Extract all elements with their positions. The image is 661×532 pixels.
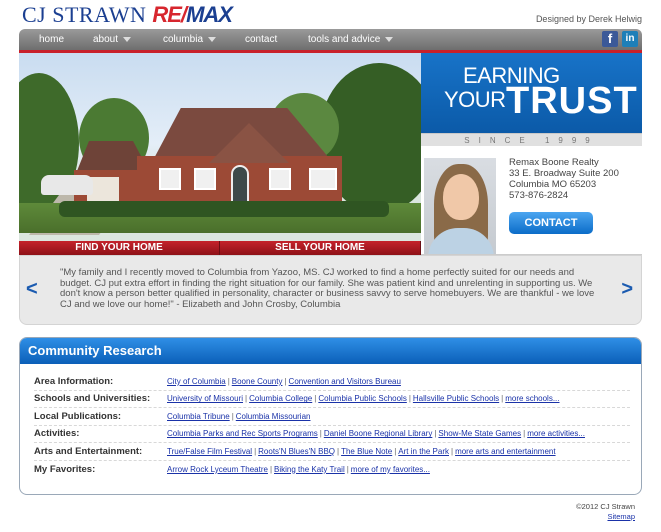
community-link[interactable]: Arrow Rock Lyceum Theatre — [167, 465, 268, 474]
community-link[interactable]: Biking the Katy Trail — [274, 465, 345, 474]
community-link[interactable]: more activities... — [527, 429, 585, 438]
testimonial-text: "My family and I recently moved to Colum… — [60, 267, 595, 310]
since-label: SINCE 1999 — [421, 133, 642, 146]
community-link[interactable]: Boone County — [232, 377, 283, 386]
nav-contact[interactable]: contact — [245, 34, 277, 45]
previous-arrow-icon[interactable]: < — [26, 278, 38, 301]
community-link[interactable]: The Blue Note — [341, 447, 392, 456]
community-link[interactable]: City of Columbia — [167, 377, 226, 386]
copyright: ©2012 CJ Strawn — [576, 502, 635, 511]
find-your-home-button[interactable]: FIND YOUR HOME — [19, 241, 220, 255]
address: 33 E. Broadway Suite 200 — [509, 168, 619, 179]
community-row: Activities: Columbia Parks and Rec Sports… — [34, 426, 630, 443]
chevron-down-icon — [208, 36, 217, 42]
sell-your-home-button[interactable]: SELL YOUR HOME — [220, 241, 421, 255]
community-link[interactable]: Convention and Visitors Bureau — [289, 377, 401, 386]
community-link[interactable]: Columbia Public Schools — [318, 394, 407, 403]
facebook-icon[interactable]: f — [602, 31, 618, 47]
community-row-links: Arrow Rock Lyceum Theatre | Biking the Kat… — [167, 464, 430, 474]
community-rows: Area Information: City of Columbia | Boone … — [34, 373, 630, 478]
trust-big: TRUST — [506, 80, 638, 122]
community-row: Local Publications: Columbia Tribune | Colu… — [34, 408, 630, 426]
trust-line2: YOUR — [444, 87, 506, 112]
phone: 573-876-2824 — [509, 190, 569, 201]
nav-tools-and-advice[interactable]: tools and advice — [308, 34, 394, 45]
nav-about[interactable]: about — [93, 34, 132, 45]
community-research-panel: Community Research Area Information: City… — [19, 337, 642, 495]
community-link[interactable]: True/False Film Festival — [167, 447, 252, 456]
community-row-label: Area Information: — [34, 375, 114, 387]
agent-card: Remax Boone Realty 33 E. Broadway Suite … — [421, 146, 642, 255]
main-nav: home about columbia contact tools and ad… — [19, 29, 642, 53]
contact-button[interactable]: CONTACT — [509, 212, 593, 234]
community-row-label: Schools and Universities: — [34, 393, 151, 405]
car — [41, 175, 93, 195]
community-row-links: City of Columbia | Boone County | Convention… — [167, 376, 401, 386]
community-row-label: Local Publications: — [34, 410, 122, 422]
community-row-links: Columbia Parks and Rec Sports Programs | D… — [167, 429, 585, 439]
designed-by: Designed by Derek Helwig — [535, 14, 642, 24]
community-link[interactable]: Daniel Boone Regional Library — [324, 429, 433, 438]
community-link[interactable]: University of Missouri — [167, 394, 243, 403]
site-logo[interactable]: CJ STRAWN RE/MAX — [22, 2, 233, 27]
nav-home[interactable]: home — [39, 34, 64, 45]
community-row-label: My Favorites: — [34, 463, 96, 475]
community-link[interactable]: Show-Me State Games — [438, 429, 521, 438]
community-row-links: Columbia Tribune | Columbia Missourian — [167, 411, 311, 421]
company-name: Remax Boone Realty — [509, 157, 599, 168]
community-row: Arts and Entertainment: True/False Film F… — [34, 443, 630, 461]
community-link[interactable]: Art in the Park — [398, 447, 449, 456]
logo-name: CJ STRAWN — [22, 2, 147, 27]
community-row: My Favorites: Arrow Rock Lyceum Theatre | B… — [34, 461, 630, 479]
community-row-label: Activities: — [34, 428, 80, 440]
testimonial-box: < "My family and I recently moved to Col… — [19, 255, 642, 325]
chevron-down-icon — [123, 36, 132, 42]
community-link[interactable]: Columbia Tribune — [167, 412, 230, 421]
footer: ©2012 CJ Strawn Sitemap — [576, 502, 635, 522]
nav-columbia[interactable]: columbia — [163, 34, 217, 45]
community-row-links: True/False Film Festival | Roots'N Blues'N… — [167, 446, 556, 456]
city: Columbia MO 65203 — [509, 179, 597, 190]
remax-logo: RE/MAX — [152, 2, 233, 27]
community-link[interactable]: Columbia Parks and Rec Sports Programs — [167, 429, 318, 438]
community-row-links: University of Missouri | Columbia College |… — [167, 394, 560, 404]
community-research-title: Community Research — [20, 338, 641, 364]
community-link[interactable]: Hallsville Public Schools — [413, 394, 499, 403]
community-link[interactable]: more of my favorites... — [351, 465, 430, 474]
hero-house-image — [19, 53, 421, 255]
community-row: Area Information: City of Columbia | Boone … — [34, 373, 630, 391]
community-row-label: Arts and Entertainment: — [34, 445, 143, 457]
agent-contact-info: Remax Boone Realty 33 E. Broadway Suite … — [509, 157, 619, 201]
next-arrow-icon[interactable]: > — [621, 278, 633, 301]
earning-trust-banner: EARNING YOUR TRUST — [421, 53, 642, 133]
community-link[interactable]: more arts and entertainment — [455, 447, 556, 456]
agent-photo — [424, 158, 496, 254]
community-row: Schools and Universities: University of M… — [34, 391, 630, 408]
sitemap-link[interactable]: Sitemap — [607, 512, 635, 521]
community-link[interactable]: Columbia Missourian — [236, 412, 311, 421]
community-link[interactable]: Columbia College — [249, 394, 312, 403]
linkedin-icon[interactable]: in — [622, 31, 638, 47]
community-link[interactable]: Roots'N Blues'N BBQ — [258, 447, 335, 456]
hero-buttons: FIND YOUR HOME SELL YOUR HOME — [19, 241, 421, 255]
chevron-down-icon — [385, 36, 394, 42]
community-link[interactable]: more schools... — [505, 394, 559, 403]
